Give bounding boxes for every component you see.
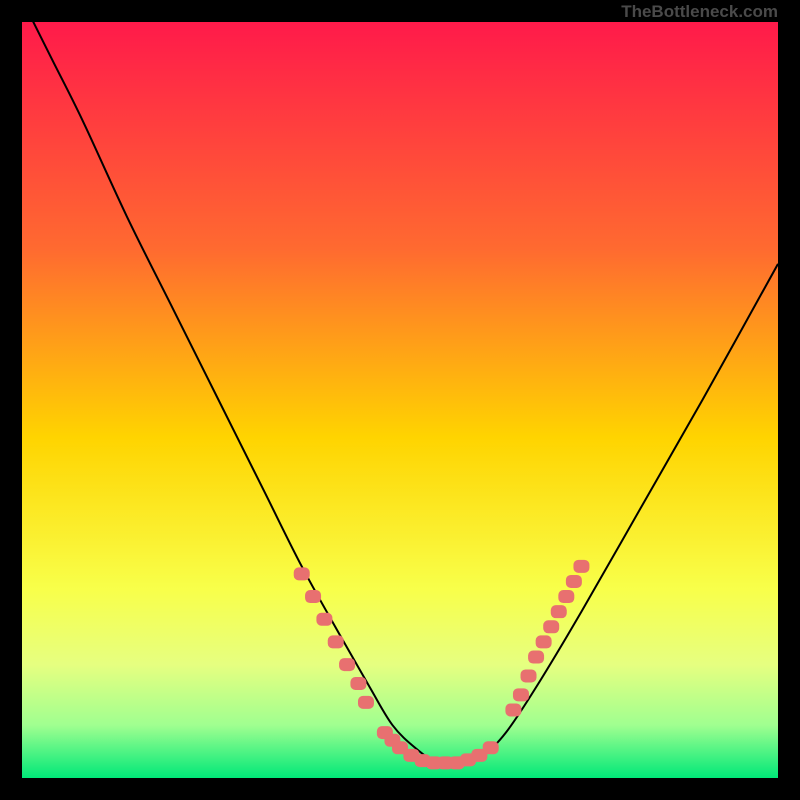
watermark-text: TheBottleneck.com [621,2,778,22]
chart-frame: TheBottleneck.com [0,0,800,800]
data-marker [339,658,355,671]
plot-area [22,22,778,778]
data-marker [350,677,366,690]
gradient-background [22,22,778,778]
bottleneck-chart [22,22,778,778]
data-marker [536,635,552,648]
data-marker [316,613,332,626]
data-marker [513,688,529,701]
data-marker [358,696,374,709]
data-marker [521,669,537,682]
data-marker [566,575,582,588]
data-marker [328,635,344,648]
data-marker [551,605,567,618]
data-marker [573,560,589,573]
data-marker [505,703,521,716]
data-marker [528,651,544,664]
data-marker [294,567,310,580]
data-marker [483,741,499,754]
data-marker [543,620,559,633]
data-marker [558,590,574,603]
data-marker [305,590,321,603]
